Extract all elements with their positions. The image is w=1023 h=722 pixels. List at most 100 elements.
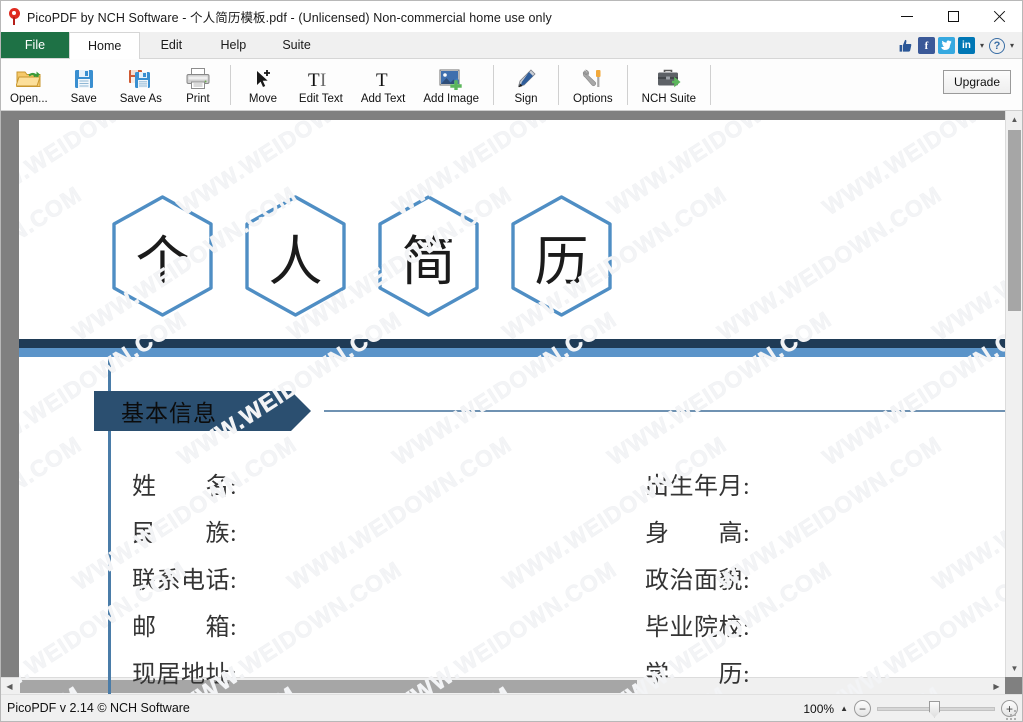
hexagon-char: 简: [401, 231, 456, 292]
resize-grip[interactable]: [1006, 710, 1016, 720]
svg-text:I: I: [320, 70, 326, 90]
menu-bar: File Home Edit Help Suite f in ▾ ? ▾: [1, 32, 1022, 59]
close-button[interactable]: [976, 1, 1022, 32]
menu-item-file[interactable]: File: [1, 32, 69, 58]
briefcase-icon: [656, 64, 682, 90]
toolbar-separator: [558, 64, 559, 105]
tool-label: Sign: [514, 93, 538, 105]
tool-label: Options: [573, 93, 613, 105]
hexagon-2: 人: [240, 193, 351, 319]
watermark-text: WWW.WEIDOWN.COM: [712, 180, 947, 346]
social-links: f in ▾ ? ▾: [898, 32, 1016, 59]
section-title: 基本信息: [121, 401, 217, 426]
svg-text:T: T: [376, 70, 388, 90]
tool-label: NCH Suite: [641, 93, 696, 105]
field-label-name: 姓 名:: [132, 474, 238, 500]
add-image-icon: [438, 64, 464, 90]
window-title: PicoPDF by NCH Software - 个人简历模板.pdf - (…: [27, 11, 552, 25]
hexagon-char: 个: [135, 231, 190, 292]
field-label-birthdate: 出生年月:: [645, 474, 751, 500]
scroll-left-arrow-icon[interactable]: ◀: [1, 678, 18, 694]
move-cursor-icon: [252, 64, 274, 90]
picopdf-window: PicoPDF by NCH Software - 个人简历模板.pdf - (…: [0, 0, 1023, 722]
chevron-down-icon[interactable]: ▾: [980, 41, 984, 50]
resume-title-hexagons: 个 人 简 历: [107, 193, 617, 319]
help-icon[interactable]: ?: [988, 37, 1005, 54]
toolbar-separator: [229, 64, 231, 105]
field-label-education: 学 历:: [645, 662, 751, 688]
tool-label: Move: [248, 93, 277, 105]
zoom-slider[interactable]: [877, 700, 995, 718]
tool-label: Save: [70, 93, 97, 105]
scroll-down-arrow-icon[interactable]: ▼: [1006, 660, 1022, 677]
watermark-text: WWW.WEIDOWN.COM: [19, 180, 87, 346]
linkedin-icon[interactable]: in: [957, 37, 975, 54]
open-folder-icon: [15, 64, 42, 90]
help-dropdown-icon[interactable]: ▾: [1010, 41, 1014, 50]
document-viewer: 个 人 简 历 基本信息 姓 名: 民 族: 联系电话: 邮 箱: 现居地址: …: [1, 111, 1022, 694]
field-label-ethnicity: 民 族:: [132, 521, 238, 547]
vertical-scroll-thumb[interactable]: [1008, 130, 1021, 311]
menu-item-home[interactable]: Home: [69, 32, 141, 59]
pdf-page[interactable]: 个 人 简 历 基本信息 姓 名: 民 族: 联系电话: 邮 箱: 现居地址: …: [19, 120, 1005, 694]
zoom-caret-icon[interactable]: ▲: [840, 704, 848, 713]
menu-item-edit[interactable]: Edit: [140, 32, 202, 58]
facebook-icon[interactable]: f: [917, 37, 935, 54]
edit-text-icon: T I: [307, 64, 335, 90]
zoom-out-button[interactable]: −: [854, 700, 871, 717]
title-bar: PicoPDF by NCH Software - 个人简历模板.pdf - (…: [1, 1, 1022, 32]
field-label-phone: 联系电话:: [132, 568, 238, 594]
hexagon-char: 历: [534, 231, 589, 292]
field-label-school: 毕业院校:: [645, 615, 751, 641]
menu-item-help[interactable]: Help: [202, 32, 264, 58]
add-text-button[interactable]: T Add Text: [352, 60, 415, 110]
watermark-text: WWW.WEIDOWN.COM: [19, 430, 87, 596]
horizontal-scroll-thumb[interactable]: [20, 680, 637, 693]
maximize-button[interactable]: [930, 1, 976, 32]
hexagon-3: 简: [373, 193, 484, 319]
sign-button[interactable]: Sign: [499, 60, 553, 110]
nch-suite-button[interactable]: NCH Suite: [633, 60, 705, 110]
field-column-right: 出生年月: 身 高: 政治面貌: 毕业院校: 学 历:: [645, 460, 750, 694]
scroll-right-arrow-icon[interactable]: ▶: [988, 678, 1005, 694]
watermark-text: WWW.WEIDOWN.COM: [927, 430, 1005, 596]
tool-label: Edit Text: [298, 93, 343, 105]
watermark-text: WWW.WEIDOWN.COM: [817, 305, 1005, 471]
toolbar-separator: [626, 64, 628, 105]
hexagon-4: 历: [506, 193, 617, 319]
floppy-disk-copy-icon: [128, 64, 154, 90]
add-text-icon: T: [372, 64, 394, 90]
watermark-text: WWW.WEIDOWN.COM: [387, 555, 622, 694]
add-image-button[interactable]: Add Image: [414, 60, 488, 110]
vertical-scrollbar[interactable]: ▲ ▼: [1005, 111, 1022, 677]
scroll-up-arrow-icon[interactable]: ▲: [1006, 111, 1022, 128]
open-button[interactable]: Open...: [1, 60, 57, 110]
options-button[interactable]: Options: [564, 60, 622, 110]
floppy-disk-icon: [73, 64, 95, 90]
field-column-left: 姓 名: 民 族: 联系电话: 邮 箱: 现居地址:: [132, 460, 237, 694]
zoom-level-value[interactable]: 100%: [803, 702, 834, 716]
save-as-button[interactable]: Save As: [111, 60, 171, 110]
hexagon-1: 个: [107, 193, 218, 319]
edit-text-button[interactable]: T I Edit Text: [290, 60, 352, 110]
toolbar-separator: [493, 64, 494, 105]
watermark-text: WWW.WEIDOWN.COM: [19, 305, 192, 471]
minimize-button[interactable]: [884, 1, 930, 32]
zoom-slider-thumb[interactable]: [929, 700, 940, 718]
thumbs-up-icon[interactable]: [898, 37, 915, 54]
menu-item-suite[interactable]: Suite: [264, 32, 329, 58]
watermark-text: WWW.WEIDOWN.COM: [602, 305, 837, 471]
watermark-text: WWW.WEIDOWN.COM: [602, 120, 837, 221]
toolbar: Open... Save Save As Print Move T I Edit…: [1, 59, 1022, 111]
print-button[interactable]: Print: [171, 60, 225, 110]
watermark-text: WWW.WEIDOWN.COM: [817, 555, 1005, 694]
watermark-text: WWW.WEIDOWN.COM: [927, 180, 1005, 346]
window-controls: [884, 1, 1022, 32]
twitter-icon[interactable]: [937, 37, 955, 54]
move-button[interactable]: Move: [236, 60, 290, 110]
save-button[interactable]: Save: [57, 60, 111, 110]
upgrade-button[interactable]: Upgrade: [943, 70, 1011, 94]
zoom-controls: 100% ▲ − +: [803, 695, 1018, 722]
watermark-text: WWW.WEIDOWN.COM: [172, 305, 407, 471]
svg-text:T: T: [308, 70, 320, 90]
